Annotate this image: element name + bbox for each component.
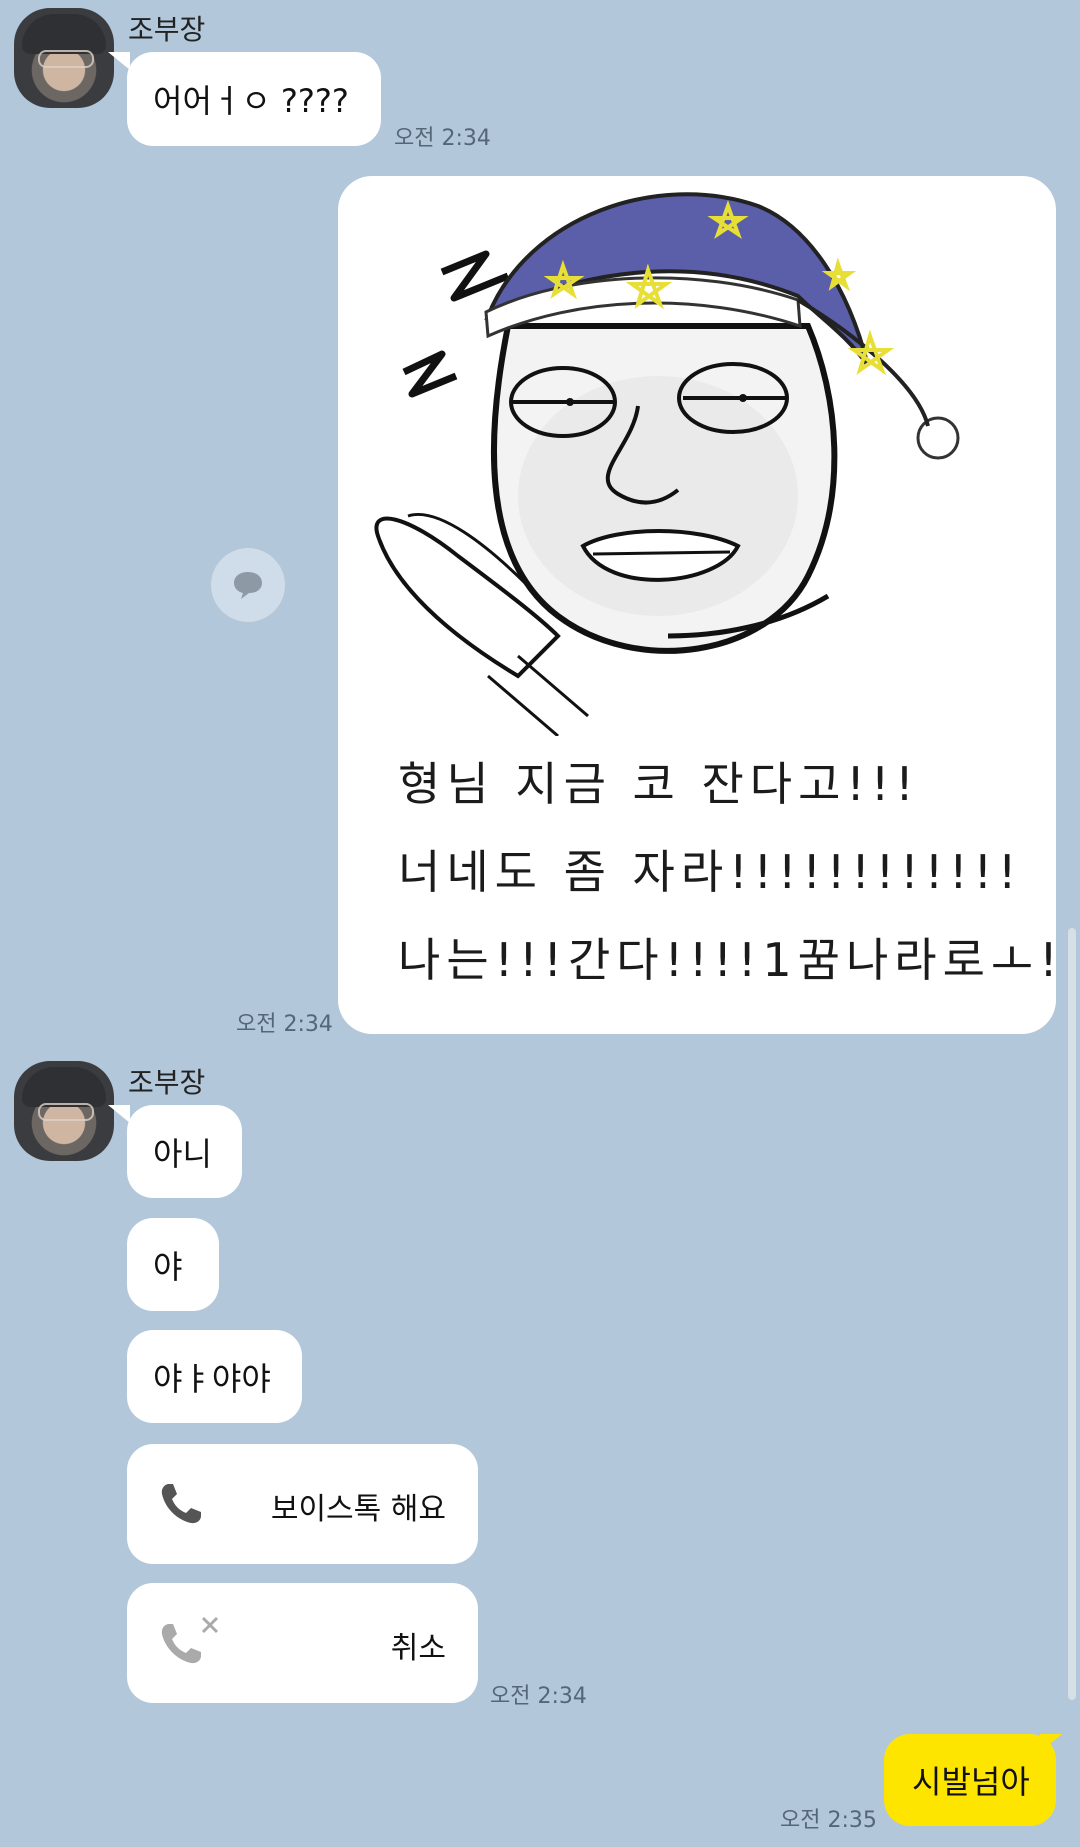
- message-bubble[interactable]: 아니: [127, 1105, 242, 1198]
- cancelled-call-bubble[interactable]: 취소: [127, 1583, 478, 1703]
- timestamp: 오전 2:34: [394, 126, 491, 151]
- timestamp: 오전 2:35: [780, 1808, 877, 1833]
- my-message-bubble[interactable]: 시발넘아: [884, 1734, 1056, 1826]
- message-text: 아니: [153, 1134, 212, 1173]
- chat-bubble-icon: [234, 572, 262, 599]
- sleeping-face-meme-image: [374, 192, 960, 736]
- avatar[interactable]: [14, 1061, 114, 1161]
- phone-icon: [161, 1484, 201, 1524]
- meme-caption-line: 너네도 좀 자라!!!!!!!!!!!!: [398, 845, 1023, 899]
- message-text: 야: [153, 1247, 183, 1286]
- sender-name: 조부장: [128, 13, 206, 46]
- message-bubble[interactable]: 어어ㅓㅇ ????: [127, 52, 381, 146]
- timestamp: 오전 2:34: [236, 1012, 333, 1037]
- phone-cancelled-icon: [161, 1616, 219, 1664]
- timestamp: 오전 2:34: [490, 1684, 587, 1709]
- share-button[interactable]: [210, 547, 286, 623]
- meme-caption-line: 형님 지금 코 잔다고!!!: [398, 757, 920, 811]
- voice-call-bubble[interactable]: 보이스톡 해요: [127, 1444, 478, 1564]
- message-text: 어어ㅓㅇ ????: [153, 82, 349, 120]
- cancel-label: 취소: [390, 1631, 446, 1666]
- message-bubble[interactable]: 야ㅑ야야: [127, 1330, 302, 1423]
- avatar[interactable]: [14, 8, 114, 108]
- voice-call-label: 보이스톡 해요: [270, 1492, 446, 1527]
- meme-caption-line: 나는!!!간다!!!!1꿈나라로ㅗ!!!: [398, 933, 1056, 987]
- image-message[interactable]: 형님 지금 코 잔다고!!! 너네도 좀 자라!!!!!!!!!!!! 나는!!…: [338, 176, 1056, 1034]
- scrollbar[interactable]: [1068, 928, 1076, 1700]
- message-text: 시발넘아: [912, 1763, 1030, 1801]
- sender-name: 조부장: [128, 1066, 206, 1099]
- message-bubble[interactable]: 야: [127, 1218, 219, 1311]
- message-text: 야ㅑ야야: [153, 1359, 271, 1398]
